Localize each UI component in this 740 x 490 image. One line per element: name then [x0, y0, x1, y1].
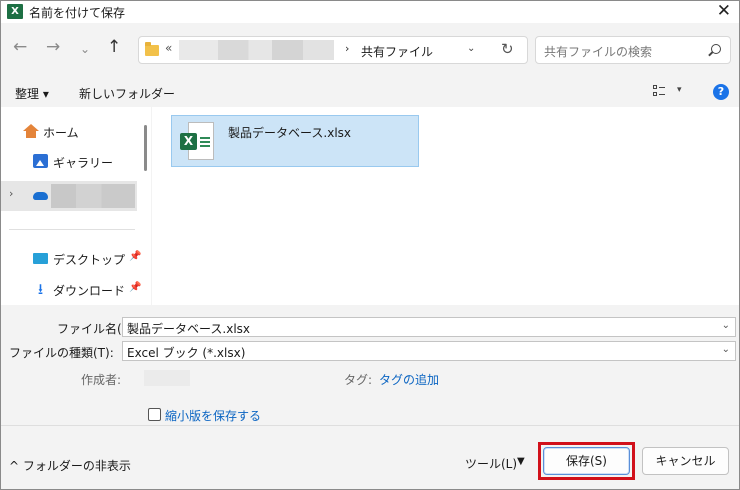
- navigation-bar: ← → ⌄ ↑ « › 共有ファイル ⌄ ↻ 共有ファイルの検索: [1, 23, 739, 75]
- sidebar-item-home[interactable]: ホーム: [11, 120, 141, 144]
- file-item[interactable]: X 製品データベース.xlsx: [171, 115, 419, 167]
- excel-icon: X: [7, 4, 23, 19]
- filetype-label: ファイルの種類(T):: [9, 346, 114, 360]
- navigation-pane: ホーム ギャラリー › デスクトップ 📌 ⭳ ダウンロード 📌: [1, 107, 151, 305]
- sidebar-item-onedrive[interactable]: ›: [1, 181, 137, 211]
- breadcrumb-separator-icon[interactable]: ›: [345, 42, 349, 55]
- up-arrow-icon[interactable]: ↑: [107, 36, 121, 58]
- save-as-dialog: X 名前を付けて保存 ✕ ← → ⌄ ↑ « › 共有ファイル ⌄ ↻ 共有ファ…: [0, 0, 740, 490]
- new-folder-button[interactable]: 新しいフォルダー: [79, 85, 175, 102]
- breadcrumb-current[interactable]: 共有ファイル: [361, 43, 433, 60]
- tools-menu[interactable]: ツール(L): [465, 455, 517, 472]
- chevron-right-icon[interactable]: ›: [9, 187, 13, 200]
- title-bar: X 名前を付けて保存 ✕: [1, 1, 739, 23]
- search-input[interactable]: 共有ファイルの検索: [544, 43, 652, 60]
- back-arrow-icon[interactable]: ←: [13, 36, 27, 58]
- excel-file-icon: X: [180, 122, 214, 160]
- forward-arrow-icon[interactable]: →: [46, 36, 60, 58]
- sidebar-item-label: ホーム: [43, 126, 79, 140]
- filename-value[interactable]: 製品データベース.xlsx: [127, 320, 250, 337]
- dialog-title: 名前を付けて保存: [29, 6, 126, 20]
- organize-menu[interactable]: 整理 ▾: [15, 85, 49, 102]
- view-options-icon[interactable]: [653, 85, 665, 97]
- view-dropdown-chevron-icon[interactable]: ▾: [677, 85, 682, 95]
- cloud-icon: [33, 192, 48, 200]
- sidebar-item-desktop[interactable]: デスクトップ 📌: [11, 247, 141, 271]
- gallery-icon: [33, 154, 48, 168]
- tools-dropdown-icon[interactable]: ▼: [517, 456, 525, 467]
- search-icon: [711, 44, 721, 54]
- folder-icon: [145, 42, 159, 56]
- download-icon: ⭳: [37, 280, 44, 298]
- address-history-chevron-icon[interactable]: ⌄: [467, 43, 475, 54]
- pin-icon: 📌: [129, 282, 142, 293]
- dialog-footer: ^ フォルダーの非表示 ツール(L) ▼ 保存(S) キャンセル: [1, 425, 739, 489]
- address-overflow-chevron[interactable]: «: [165, 41, 172, 55]
- address-bar[interactable]: « › 共有ファイル ⌄ ↻: [138, 36, 528, 64]
- close-icon[interactable]: ✕: [717, 1, 731, 21]
- command-toolbar: 整理 ▾ 新しいフォルダー ▾ ?: [1, 75, 739, 107]
- filetype-value[interactable]: Excel ブック (*.xlsx): [127, 344, 245, 361]
- save-button-highlight-box: [538, 442, 635, 480]
- save-thumbnail-checkbox[interactable]: [148, 408, 161, 421]
- chevron-down-icon[interactable]: ⌄: [722, 344, 730, 355]
- help-icon[interactable]: ?: [713, 84, 729, 100]
- sidebar-item-label: ダウンロード: [53, 284, 126, 298]
- chevron-down-icon[interactable]: ⌄: [722, 320, 730, 331]
- author-label: 作成者:: [81, 373, 122, 387]
- cancel-button[interactable]: キャンセル: [642, 447, 729, 475]
- filetype-select[interactable]: Excel ブック (*.xlsx) ⌄: [122, 341, 736, 361]
- pin-icon: 📌: [129, 251, 142, 262]
- sidebar-item-gallery[interactable]: ギャラリー: [11, 150, 141, 174]
- redacted-account: [51, 184, 135, 208]
- file-list: X 製品データベース.xlsx: [152, 107, 739, 305]
- home-icon: [23, 124, 39, 138]
- add-tag-link[interactable]: タグの追加: [379, 371, 439, 388]
- search-box[interactable]: 共有ファイルの検索: [535, 36, 731, 64]
- file-name: 製品データベース.xlsx: [228, 126, 352, 140]
- author-value[interactable]: [144, 370, 190, 386]
- hide-folders-toggle[interactable]: ^ フォルダーの非表示: [9, 457, 131, 474]
- filename-field[interactable]: 製品データベース.xlsx ⌄: [122, 317, 736, 337]
- refresh-icon[interactable]: ↻: [501, 40, 514, 58]
- redacted-path: [179, 40, 334, 60]
- sidebar-item-label: ギャラリー: [53, 156, 114, 170]
- sidebar-item-downloads[interactable]: ⭳ ダウンロード 📌: [11, 278, 142, 302]
- desktop-icon: [33, 253, 48, 264]
- sidebar-item-label: デスクトップ: [53, 253, 126, 267]
- tags-label: タグ:: [344, 373, 373, 387]
- save-thumbnail-label[interactable]: 縮小版を保存する: [165, 407, 261, 424]
- sidebar-scrollbar[interactable]: [144, 125, 147, 171]
- recent-locations-chevron-icon[interactable]: ⌄: [80, 38, 90, 60]
- sidebar-divider: [9, 229, 135, 230]
- save-form: ファイル名(N): 製品データベース.xlsx ⌄ ファイルの種類(T): Ex…: [1, 305, 739, 425]
